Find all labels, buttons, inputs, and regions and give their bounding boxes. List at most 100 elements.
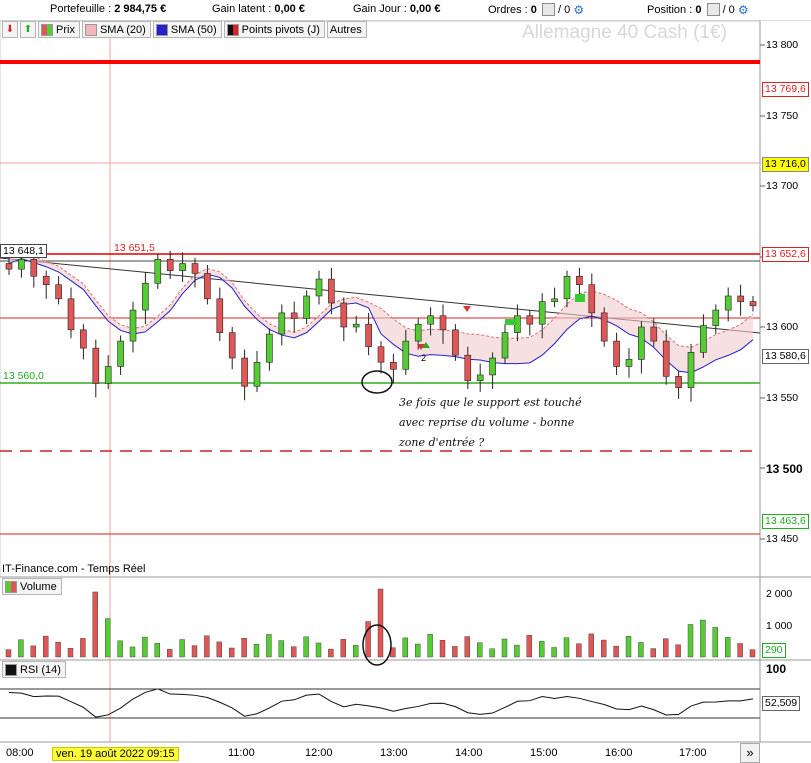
candle-body bbox=[625, 359, 633, 367]
candle-body bbox=[303, 295, 310, 319]
candle-body bbox=[390, 361, 397, 370]
volume-bar bbox=[154, 643, 161, 658]
volume-bar bbox=[439, 640, 446, 658]
volume-bar bbox=[55, 641, 61, 658]
remove-indicator-button[interactable]: ⬇ bbox=[2, 21, 18, 38]
candle-body bbox=[117, 340, 124, 367]
volume-bar bbox=[415, 643, 421, 658]
volume-last-tag: 290 bbox=[762, 643, 786, 658]
candle-body bbox=[749, 301, 757, 307]
volume-bar bbox=[104, 618, 111, 658]
price-swatch-icon bbox=[41, 23, 53, 36]
candle-body bbox=[179, 263, 186, 271]
candle-body bbox=[526, 315, 534, 325]
volume-bar bbox=[625, 636, 632, 658]
last-price-tag: 13 580,6 bbox=[762, 349, 809, 364]
candle-body bbox=[278, 312, 286, 335]
add-indicator-button[interactable]: ⬆ bbox=[20, 21, 36, 38]
candle-body bbox=[92, 347, 100, 384]
volume-bar bbox=[613, 645, 619, 658]
volume-bar bbox=[266, 634, 272, 658]
volume-bar bbox=[700, 619, 706, 658]
high-mark-label: 13 651,5 bbox=[114, 242, 155, 254]
price-chart[interactable] bbox=[0, 0, 811, 763]
scroll-right-button[interactable]: » bbox=[740, 743, 760, 763]
volume-bar bbox=[588, 633, 594, 658]
volume-bar bbox=[563, 637, 570, 658]
sma50-swatch-icon bbox=[155, 23, 168, 36]
volume-panel-title[interactable]: Volume bbox=[2, 578, 62, 595]
candle-body bbox=[638, 326, 645, 360]
pivot-price-tag: 13 716,0 bbox=[762, 157, 809, 172]
volume-bar bbox=[142, 636, 148, 658]
candle-body bbox=[5, 263, 13, 270]
candle-body bbox=[253, 361, 261, 387]
candle-body bbox=[687, 352, 695, 388]
legend-sma50[interactable]: SMA (50) bbox=[152, 21, 222, 38]
candle-body bbox=[352, 323, 360, 328]
time-label: 13:00 bbox=[380, 747, 408, 759]
candle-body bbox=[204, 273, 211, 300]
candle-body bbox=[662, 340, 670, 377]
candle-body bbox=[501, 332, 509, 359]
volume-axis-label: 2 000 bbox=[766, 588, 793, 600]
volume-bar bbox=[539, 641, 545, 658]
price-axis-label: 13 550 bbox=[766, 392, 799, 404]
candle-body bbox=[166, 259, 174, 271]
red-level-price-tag: 13 652,6 bbox=[762, 247, 809, 262]
candle-body bbox=[191, 263, 199, 274]
volume-bar bbox=[663, 638, 669, 658]
volume-bar bbox=[228, 647, 235, 658]
volume-bar bbox=[241, 637, 247, 658]
data-source-label: IT-Finance.com - Temps Réel bbox=[2, 563, 146, 575]
rsi-axis-label: 100 bbox=[766, 662, 787, 676]
legend-others-label: Autres bbox=[329, 23, 362, 36]
volume-bar bbox=[291, 646, 297, 658]
candle-body bbox=[129, 309, 137, 342]
volume-bar bbox=[18, 639, 24, 658]
support-label: 13 560,0 bbox=[3, 370, 44, 382]
candle-body bbox=[67, 298, 75, 331]
rsi-panel-title[interactable]: RSI (14) bbox=[2, 661, 66, 678]
volume-bar bbox=[303, 636, 309, 658]
candle-body bbox=[216, 298, 224, 333]
candle-body bbox=[551, 298, 558, 302]
time-label: 15:00 bbox=[530, 747, 558, 759]
volume-bar bbox=[737, 643, 743, 658]
candle-body bbox=[452, 329, 459, 356]
volume-bar bbox=[328, 648, 334, 658]
legend-price[interactable]: Prix bbox=[38, 21, 80, 38]
volume-title-label: Volume bbox=[20, 580, 57, 593]
candle-body bbox=[613, 340, 620, 367]
legend-sma20-label: SMA (20) bbox=[99, 23, 146, 36]
candle-body bbox=[80, 329, 87, 349]
volume-bar bbox=[514, 644, 520, 658]
pivots-swatch-icon bbox=[226, 23, 239, 36]
legend-others[interactable]: Autres bbox=[326, 21, 367, 38]
candle-body bbox=[55, 284, 62, 300]
rsi-line bbox=[8, 688, 754, 718]
time-label: 16:00 bbox=[605, 747, 633, 759]
candle-body bbox=[30, 259, 38, 277]
price-axis-label: 13 800 bbox=[766, 39, 799, 51]
candle-body bbox=[228, 332, 236, 359]
candle-body bbox=[42, 275, 50, 285]
candle-body bbox=[600, 312, 608, 342]
candle-body bbox=[724, 295, 732, 311]
volume-bar bbox=[576, 643, 582, 658]
cursor-date-tag: ven. 19 août 2022 09:15 bbox=[52, 747, 179, 761]
volume-bar bbox=[501, 638, 508, 658]
candle-body bbox=[489, 357, 496, 376]
legend-pivots[interactable]: Points pivots (J) bbox=[223, 21, 325, 38]
volume-bar bbox=[638, 642, 644, 658]
legend-sma20[interactable]: SMA (20) bbox=[81, 21, 151, 38]
candle-body bbox=[266, 333, 273, 363]
rsi-line-group bbox=[8, 688, 754, 718]
candle-body bbox=[576, 275, 583, 285]
candle-body bbox=[439, 315, 447, 331]
candle-body bbox=[154, 259, 162, 284]
candle-body bbox=[476, 374, 484, 381]
rsi-swatch-icon bbox=[5, 663, 17, 676]
volume-bar bbox=[67, 648, 74, 658]
volume-bar bbox=[92, 591, 99, 658]
